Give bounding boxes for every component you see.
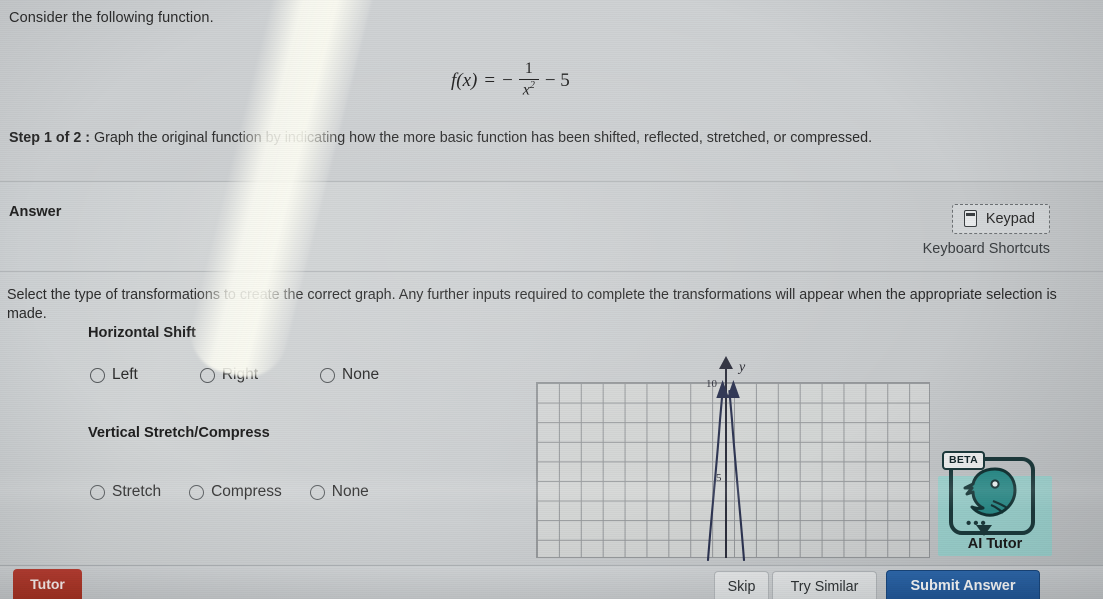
radio-horizontal-left[interactable]: Left (90, 366, 138, 384)
ai-tutor-widget[interactable]: ••• BETA AI Tutor (938, 451, 1052, 556)
formula-sign: − (502, 70, 513, 92)
graph-curve (706, 380, 746, 562)
radio-group-horizontal-shift: Left Right None (90, 366, 379, 384)
question-panel: Consider the following function. f(x) = … (0, 0, 1103, 182)
group-title-horizontal-shift: Horizontal Shift (88, 325, 196, 341)
radio-horizontal-none[interactable]: None (320, 366, 379, 384)
curve-left-arrow-icon (716, 380, 729, 398)
eagle-icon (963, 467, 1017, 517)
formula-equals: = (484, 70, 496, 92)
formula-lhs: f(x) (451, 70, 478, 92)
step-line: Step 1 of 2 : Graph the original functio… (9, 130, 872, 146)
curve-right-arrow-icon (727, 380, 740, 398)
divider-above-answer (0, 181, 1103, 182)
answer-label: Answer (9, 204, 62, 220)
formula-fraction: 1 x2 (518, 60, 539, 99)
formula-denominator: x2 (522, 80, 535, 99)
radio-group-vertical-stretch: Stretch Compress None (90, 483, 369, 501)
radio-vertical-none[interactable]: None (309, 483, 369, 501)
step-label: Step 1 of 2 : (9, 130, 91, 146)
radio-label: Stretch (112, 483, 162, 500)
formula-exponent: 2 (529, 80, 535, 92)
formula-trailing: − 5 (544, 70, 570, 92)
ai-tutor-label: AI Tutor (967, 536, 1023, 552)
submit-answer-button[interactable]: Submit Answer (886, 570, 1040, 599)
radio-label: Right (221, 366, 259, 383)
radio-label: None (342, 366, 380, 383)
keypad-button[interactable]: Keypad (951, 204, 1050, 234)
radio-label: Compress (211, 483, 282, 500)
radio-label: None (331, 483, 369, 500)
radio-label: Left (112, 366, 138, 383)
keyboard-shortcuts-link[interactable]: Keyboard Shortcuts (923, 241, 1050, 257)
keypad-icon (963, 210, 977, 227)
formula-numerator: 1 (524, 60, 533, 77)
step-text: Graph the original function by indicatin… (94, 130, 873, 146)
function-graph[interactable]: y 10 5 (536, 356, 930, 562)
divider-below-answer (0, 271, 1103, 272)
curve-right-branch (728, 389, 746, 562)
skip-button[interactable]: Skip (714, 571, 769, 599)
radio-dot (199, 367, 215, 383)
question-intro: Consider the following function. (9, 10, 214, 26)
ai-tutor-dots: ••• (966, 515, 988, 532)
function-formula: f(x) = − 1 x2 − 5 (451, 60, 570, 100)
ai-tutor-beta-badge: BETA (942, 451, 986, 470)
group-title-vertical-stretch: Vertical Stretch/Compress (88, 425, 270, 441)
formula-fraction-bar (518, 78, 539, 81)
transformations-instructions: Select the type of transformations to cr… (7, 287, 1057, 322)
radio-dot (189, 484, 205, 500)
radio-dot (309, 484, 325, 500)
radio-dot (90, 484, 105, 500)
radio-dot (320, 367, 336, 383)
radio-vertical-compress[interactable]: Compress (189, 483, 282, 501)
bottom-toolbar: Tutor Skip Try Similar Submit Answer (0, 565, 1103, 599)
exam-screenshot: Consider the following function. f(x) = … (0, 0, 1103, 599)
radio-horizontal-right[interactable]: Right (199, 366, 259, 384)
radio-dot (90, 367, 105, 383)
try-similar-button[interactable]: Try Similar (772, 571, 877, 599)
radio-vertical-stretch[interactable]: Stretch (90, 483, 161, 501)
tutor-button[interactable]: Tutor (13, 569, 82, 599)
keypad-button-label: Keypad (985, 210, 1035, 227)
curve-left-branch (706, 389, 724, 562)
